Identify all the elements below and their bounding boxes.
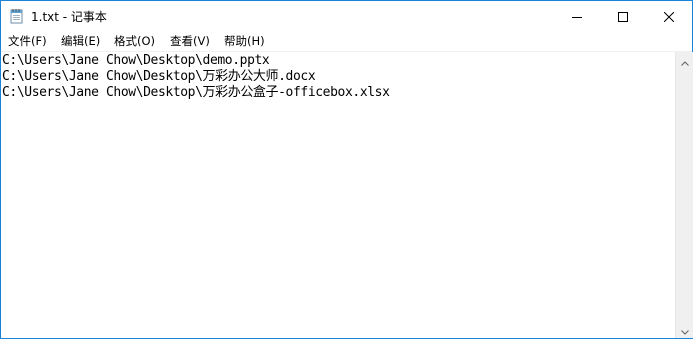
menu-view[interactable]: 查看(V) bbox=[170, 34, 210, 48]
text-line: C:\Users\Jane Chow\Desktop\万彩办公大师.docx bbox=[2, 69, 316, 84]
menu-format[interactable]: 格式(O) bbox=[114, 34, 155, 48]
maximize-button[interactable] bbox=[600, 1, 646, 31]
maximize-icon bbox=[618, 7, 628, 26]
scroll-down-button[interactable] bbox=[676, 321, 693, 338]
menu-file[interactable]: 文件(F) bbox=[8, 34, 47, 48]
notepad-icon[interactable] bbox=[10, 8, 24, 24]
scroll-up-arrow-icon bbox=[680, 51, 689, 70]
vertical-scrollbar[interactable] bbox=[675, 52, 693, 338]
title-bar[interactable]: 1.txt - 记事本 bbox=[1, 1, 692, 31]
window-title: 1.txt - 记事本 bbox=[31, 10, 107, 24]
scroll-up-button[interactable] bbox=[676, 52, 693, 69]
minimize-button[interactable] bbox=[554, 1, 600, 31]
close-icon bbox=[663, 7, 675, 26]
menu-bar: 文件(F) 编辑(E) 格式(O) 查看(V) 帮助(H) bbox=[1, 31, 692, 52]
text-line: C:\Users\Jane Chow\Desktop\万彩办公盒子-office… bbox=[2, 85, 390, 100]
text-editor-area[interactable]: C:\Users\Jane Chow\Desktop\demo.pptx C:\… bbox=[1, 52, 674, 338]
scroll-down-arrow-icon bbox=[680, 320, 689, 339]
close-button[interactable] bbox=[646, 1, 692, 31]
menu-edit[interactable]: 编辑(E) bbox=[61, 34, 100, 48]
text-line: C:\Users\Jane Chow\Desktop\demo.pptx bbox=[2, 53, 270, 68]
notepad-window: 1.txt - 记事本 文件(F) 编辑(E) 格式(O) 查看(V) 帮助(H… bbox=[0, 0, 693, 339]
menu-help[interactable]: 帮助(H) bbox=[224, 34, 265, 48]
minimize-icon bbox=[572, 7, 582, 26]
